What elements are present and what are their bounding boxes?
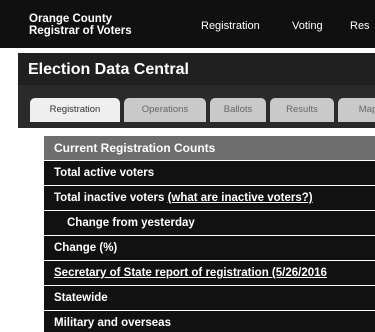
row-change-yesterday: Change from yesterday xyxy=(44,211,375,236)
tab-operations[interactable]: Operations xyxy=(124,98,206,122)
row-statewide: Statewide xyxy=(44,286,375,311)
row-total-inactive: Total inactive voters (what are inactive… xyxy=(44,186,375,211)
row-military: Military and overseas xyxy=(44,311,375,332)
row-change-pct: Change (%) xyxy=(44,236,375,261)
nav-link-voting[interactable]: Voting xyxy=(292,20,323,32)
nav-link-registration[interactable]: Registration xyxy=(201,20,260,32)
org-logo[interactable]: Orange County Registrar of Voters xyxy=(29,13,132,37)
tab-registration[interactable]: Registration xyxy=(30,98,120,122)
sos-report-link[interactable]: Secretary of State report of registratio… xyxy=(54,267,327,279)
org-name-line2: Registrar of Voters xyxy=(29,25,132,37)
tab-bar: Registration Operations Ballots Results … xyxy=(18,85,375,128)
inactive-voters-link[interactable]: (what are inactive voters?) xyxy=(168,192,313,204)
tab-results[interactable]: Results xyxy=(270,98,334,122)
org-name-line1: Orange County xyxy=(29,13,113,25)
page-title: Election Data Central xyxy=(28,61,189,78)
row-sos-report: Secretary of State report of registratio… xyxy=(44,261,375,286)
table-header: Current Registration Counts xyxy=(44,136,375,161)
tab-map[interactable]: Map xyxy=(338,98,375,122)
tab-ballots[interactable]: Ballots xyxy=(210,98,266,122)
row-total-inactive-label: Total inactive voters xyxy=(54,192,165,204)
page-title-bar: Election Data Central xyxy=(18,53,375,85)
nav-link-results[interactable]: Res xyxy=(350,20,370,32)
top-bar: Orange County Registrar of Voters Regist… xyxy=(0,0,375,48)
registration-counts-table: Current Registration Counts Total active… xyxy=(44,136,375,332)
row-total-active: Total active voters xyxy=(44,161,375,186)
